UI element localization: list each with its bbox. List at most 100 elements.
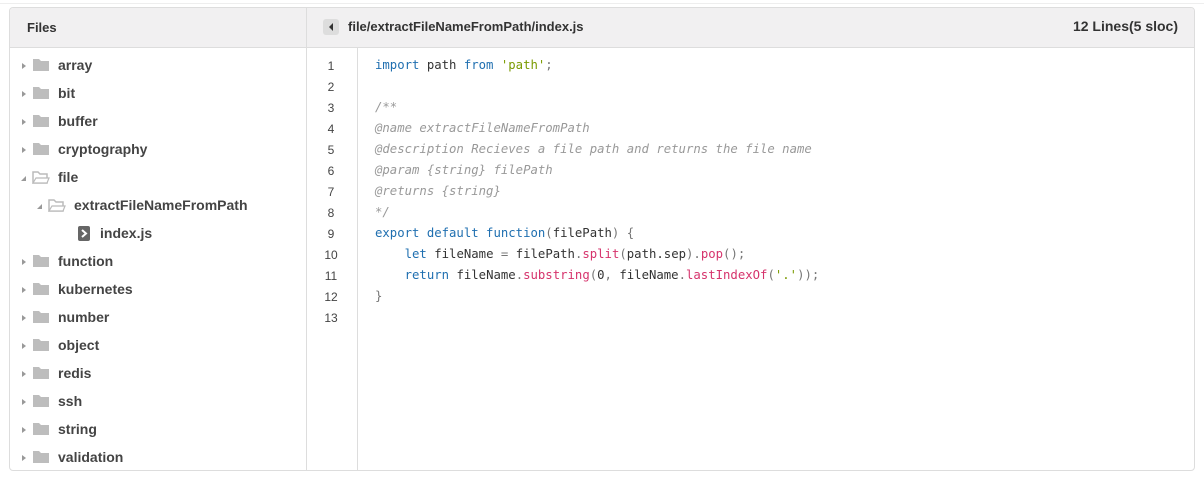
- tree-item-label: ssh: [58, 393, 83, 409]
- tree-item-label: object: [58, 337, 100, 353]
- code-line: @param {string} filePath: [375, 163, 553, 177]
- tree-item-cryptography[interactable]: cryptography: [20, 135, 147, 163]
- caret-right-icon: [20, 141, 32, 157]
- line-number: 1: [327, 59, 335, 73]
- collapse-sidebar-button[interactable]: [323, 19, 339, 35]
- code-token-str: 'path': [500, 58, 546, 72]
- tree-item-label: validation: [58, 449, 124, 465]
- code-token-pun: ,: [604, 268, 620, 282]
- files-header: Files: [10, 8, 307, 47]
- line-number: 9: [327, 227, 335, 241]
- code-token-pun: .: [678, 268, 686, 282]
- code-token-cm: @description Recieves a file path and re…: [375, 142, 812, 156]
- folder-icon: [33, 283, 49, 295]
- tree-item-label: kubernetes: [58, 281, 133, 297]
- tree-item-extractfilenamefrompath[interactable]: extractFileNameFromPath: [36, 191, 248, 219]
- code-token-id: fileName: [426, 247, 501, 261]
- tree-item-redis[interactable]: redis: [20, 359, 91, 387]
- line-number: 12: [324, 290, 338, 304]
- folder-icon: [33, 339, 49, 351]
- code-browser: Files file/extractFileNameFromPath/index…: [9, 7, 1195, 471]
- code-token-id: [375, 268, 405, 282]
- header: Files file/extractFileNameFromPath/index…: [10, 8, 1194, 48]
- line-number: 13: [324, 311, 338, 325]
- code-token-id: filePath: [552, 226, 612, 240]
- code-token-pun: }: [375, 289, 383, 303]
- caret-right-icon: [20, 57, 32, 73]
- caret-right-icon: [20, 337, 32, 353]
- folder-icon: [33, 255, 49, 267]
- code-token-kw: from: [463, 58, 494, 72]
- code-token-pun: (: [619, 247, 627, 261]
- code-line: @name extractFileNameFromPath: [375, 121, 590, 135]
- caret-right-icon: [20, 421, 32, 437]
- code-line: }: [375, 289, 382, 303]
- code-token-id: [375, 247, 405, 261]
- line-number: 2: [327, 80, 335, 94]
- tree-item-label: extractFileNameFromPath: [74, 197, 248, 213]
- caret-right-icon: [20, 281, 32, 297]
- tree-item-label: function: [58, 253, 114, 269]
- code-token-pun: .: [515, 268, 524, 282]
- code-line: /**: [375, 100, 397, 114]
- code-token-pun: (: [767, 268, 775, 282]
- code-token-kw: import: [375, 58, 420, 72]
- code-line: export default function(filePath) {: [375, 226, 634, 240]
- code-token-pun: ) {: [611, 226, 635, 240]
- caret-right-icon: [20, 365, 32, 381]
- line-number: 8: [327, 206, 335, 220]
- file-tree: array bit buffer cryptography file extractFil…: [10, 48, 307, 470]
- files-title: Files: [27, 20, 57, 35]
- tree-item-array[interactable]: array: [20, 51, 92, 79]
- caret-right-icon: [20, 449, 32, 465]
- code-token-id: path.sep: [626, 247, 687, 261]
- tree-item-index-js[interactable]: index.js: [52, 219, 152, 247]
- code-token-cm: */: [375, 205, 390, 219]
- folder-icon: [33, 311, 49, 323]
- code-token-fn: lastIndexOf: [686, 268, 768, 282]
- tree-item-label: buffer: [58, 113, 98, 129]
- code-token-id: 0: [597, 268, 605, 282]
- code-line: @returns {string}: [375, 184, 501, 198]
- tree-item-file[interactable]: file: [20, 163, 78, 191]
- code-token-pun: ).: [686, 247, 701, 261]
- folder-icon: [33, 367, 49, 379]
- code-token-id: path: [419, 58, 464, 72]
- caret-right-icon: [20, 113, 32, 129]
- line-number: 7: [327, 185, 335, 199]
- tree-item-number[interactable]: number: [20, 303, 109, 331]
- tree-item-function[interactable]: function: [20, 247, 113, 275]
- code-token-cm: /**: [375, 100, 398, 114]
- tree-item-label: index.js: [100, 225, 153, 241]
- code-token-id: [493, 58, 500, 72]
- code-line: */: [375, 205, 390, 219]
- code-line: let fileName = filePath.split(path.sep).…: [375, 247, 746, 261]
- tree-item-validation[interactable]: validation: [20, 443, 124, 470]
- code-view: import path from 'path'; /** @name extract…: [375, 48, 1194, 470]
- tree-item-label: redis: [58, 365, 92, 381]
- code-token-cm: @param {string} filePath: [375, 163, 553, 177]
- line-number: 10: [324, 248, 338, 262]
- line-number: 6: [327, 164, 335, 178]
- tree-item-buffer[interactable]: buffer: [20, 107, 98, 135]
- line-number: 4: [327, 122, 335, 136]
- tree-item-bit[interactable]: bit: [20, 79, 75, 107]
- code-token-cm: @name extractFileNameFromPath: [375, 121, 590, 135]
- caret-right-icon: [20, 393, 32, 409]
- code-token-kw: export default function: [375, 226, 546, 240]
- code-line: return fileName.substring(0, fileName.la…: [375, 268, 820, 282]
- folder-icon: [33, 423, 49, 435]
- folder-icon: [33, 143, 49, 155]
- folder-open-icon: [32, 171, 50, 184]
- tree-item-string[interactable]: string: [20, 415, 97, 443]
- folder-icon: [33, 87, 49, 99]
- code-token-pun: ;: [545, 58, 553, 72]
- tree-item-object[interactable]: object: [20, 331, 99, 359]
- caret-right-icon: [20, 85, 32, 101]
- code-token-fn: substring: [523, 268, 590, 282]
- tree-item-ssh[interactable]: ssh: [20, 387, 82, 415]
- tree-item-kubernetes[interactable]: kubernetes: [20, 275, 133, 303]
- caret-down-icon: [20, 169, 32, 185]
- line-number: 11: [324, 269, 338, 283]
- folder-icon: [33, 115, 49, 127]
